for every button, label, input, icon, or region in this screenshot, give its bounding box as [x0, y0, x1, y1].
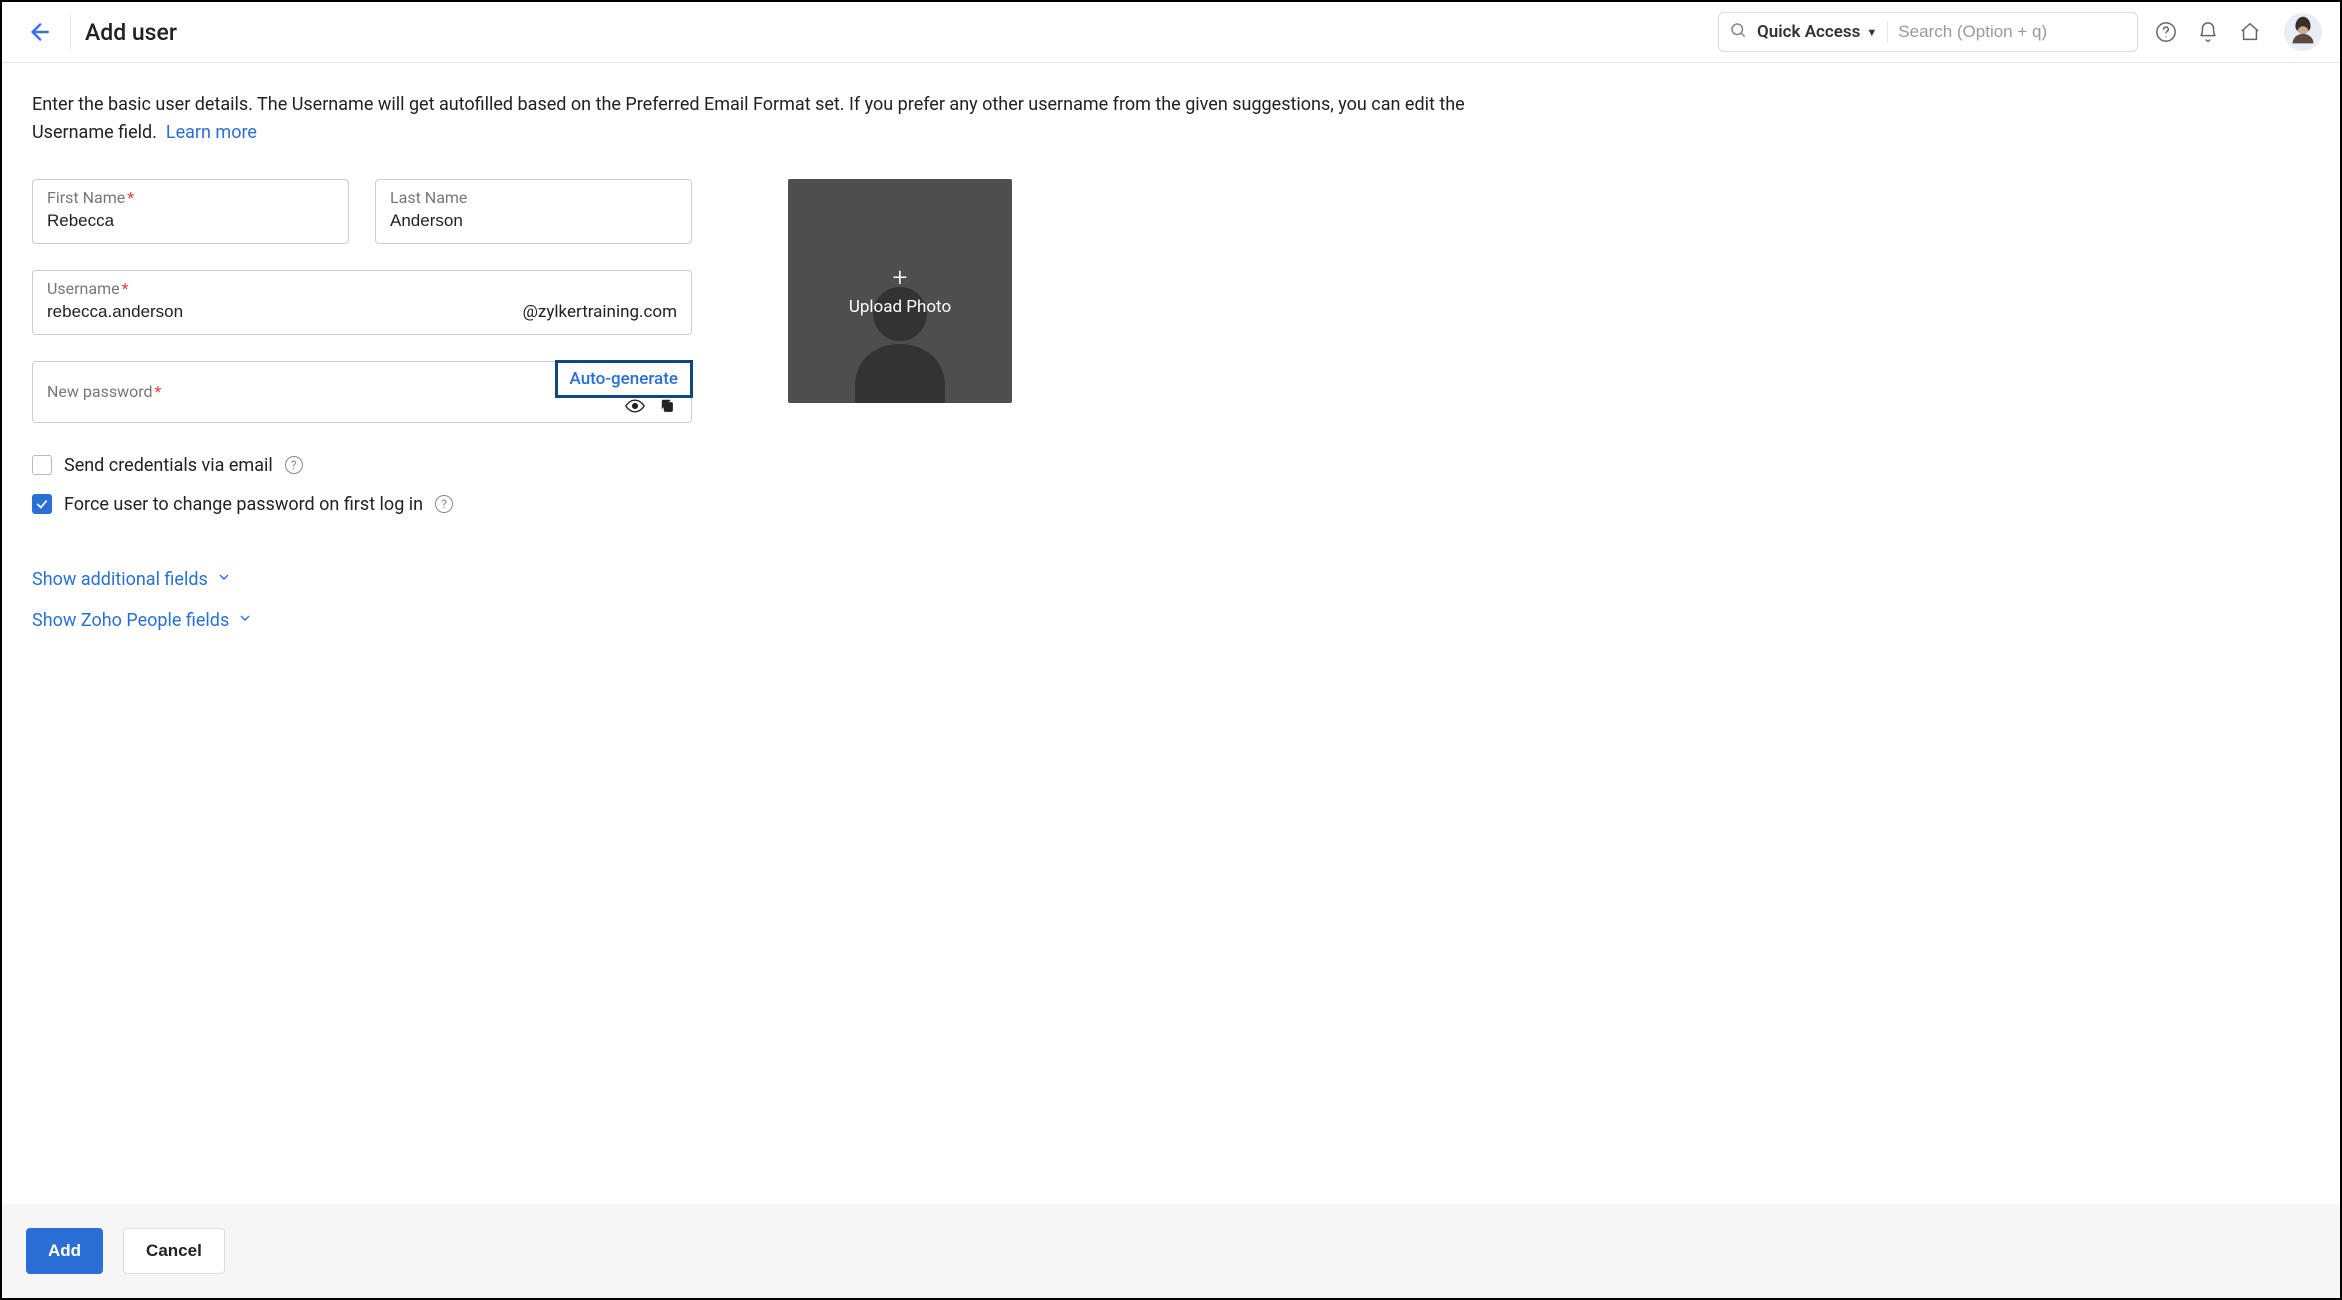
caret-down-icon: ▼: [1866, 26, 1877, 39]
auto-generate-button[interactable]: Auto-generate: [555, 360, 693, 398]
force-change-label: Force user to change password on first l…: [64, 494, 423, 515]
send-credentials-label: Send credentials via email: [64, 455, 273, 476]
quick-access-label: Quick Access: [1757, 22, 1860, 42]
force-change-checkbox[interactable]: [32, 494, 52, 514]
footer: Add Cancel: [2, 1204, 2340, 1298]
help-icon[interactable]: ?: [285, 456, 303, 474]
quick-access-dropdown[interactable]: Quick Access ▼: [1757, 22, 1877, 42]
send-credentials-checkbox[interactable]: [32, 455, 52, 475]
help-icon[interactable]: [2152, 18, 2180, 46]
last-name-field[interactable]: Last Name: [375, 179, 692, 244]
topbar: Add user Quick Access ▼: [2, 2, 2340, 63]
last-name-label: Last Name: [390, 188, 677, 207]
search-icon: [1729, 21, 1747, 43]
domain-suffix: @zylkertraining.com: [523, 302, 677, 322]
bell-icon[interactable]: [2194, 18, 2222, 46]
back-button[interactable]: [20, 14, 56, 50]
help-icon[interactable]: ?: [435, 495, 453, 513]
chevron-down-icon: [216, 569, 232, 590]
upload-photo-button[interactable]: + Upload Photo: [788, 179, 1012, 403]
content-area: Enter the basic user details. The Userna…: [2, 63, 2340, 1204]
divider: [70, 15, 71, 49]
upload-photo-label: Upload Photo: [849, 297, 951, 317]
force-change-row: Force user to change password on first l…: [32, 494, 692, 515]
eye-icon[interactable]: [625, 398, 645, 414]
first-name-field[interactable]: First Name*: [32, 179, 349, 244]
last-name-input[interactable]: [390, 209, 677, 233]
home-icon[interactable]: [2236, 18, 2264, 46]
username-field[interactable]: Username* @zylkertraining.com: [32, 270, 692, 335]
copy-icon[interactable]: [657, 398, 677, 414]
show-additional-fields-link[interactable]: Show additional fields: [32, 569, 232, 590]
cancel-button[interactable]: Cancel: [123, 1228, 225, 1274]
chevron-down-icon: [237, 610, 253, 631]
search-input[interactable]: [1898, 22, 2127, 42]
show-zoho-people-fields-link[interactable]: Show Zoho People fields: [32, 610, 692, 631]
first-name-input[interactable]: [47, 209, 334, 233]
search-box[interactable]: Quick Access ▼: [1718, 12, 2138, 52]
show-additional-label: Show additional fields: [32, 569, 208, 590]
username-input[interactable]: [47, 300, 523, 324]
password-label: New password*: [47, 382, 161, 401]
divider: [1887, 21, 1888, 43]
add-button[interactable]: Add: [26, 1228, 103, 1274]
user-avatar[interactable]: [2284, 13, 2322, 51]
plus-icon: +: [893, 265, 908, 291]
username-label: Username*: [47, 279, 677, 298]
page-title: Add user: [85, 19, 177, 46]
show-people-label: Show Zoho People fields: [32, 610, 229, 631]
send-credentials-row: Send credentials via email ?: [32, 455, 692, 476]
first-name-label: First Name*: [47, 188, 334, 207]
intro-text: Enter the basic user details. The Userna…: [32, 91, 1472, 147]
learn-more-link[interactable]: Learn more: [166, 122, 257, 143]
